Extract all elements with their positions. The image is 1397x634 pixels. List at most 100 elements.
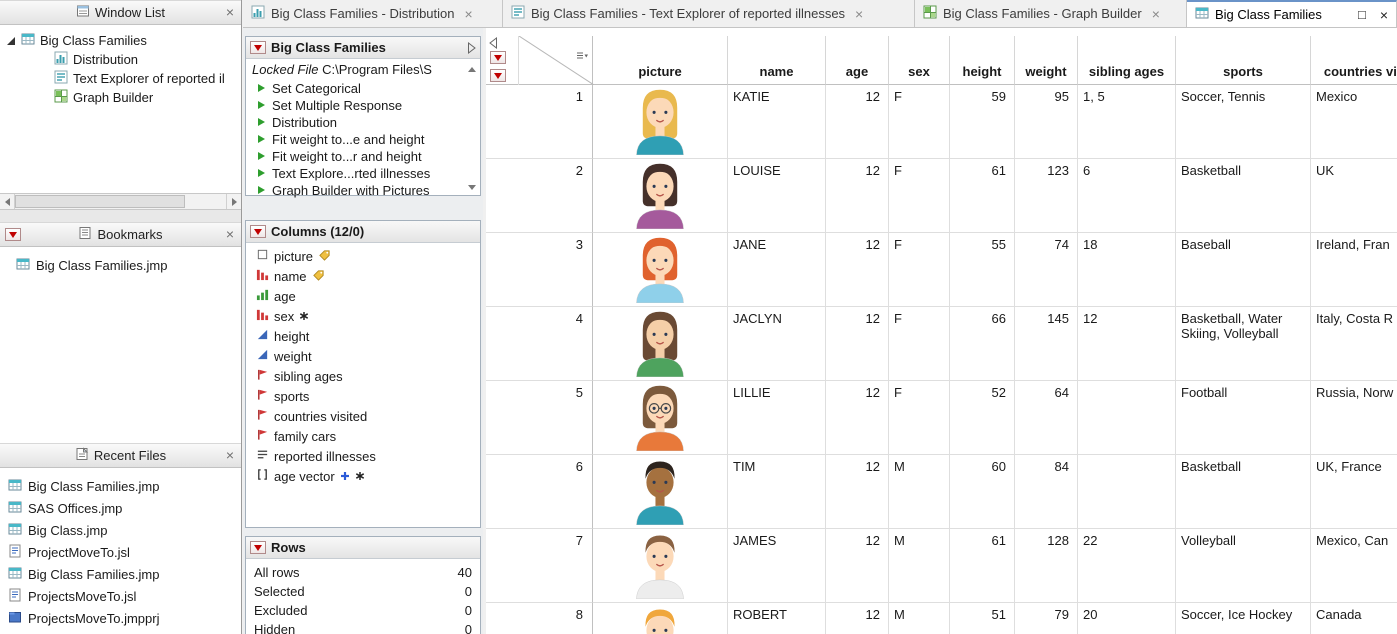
run-script-icon[interactable] bbox=[256, 132, 266, 147]
column-item-reported-illnesses[interactable]: reported illnesses bbox=[246, 446, 480, 466]
cell-name[interactable]: JAMES bbox=[728, 529, 826, 603]
collapse-panel-icon[interactable] bbox=[467, 42, 476, 57]
scroll-left-icon[interactable] bbox=[0, 194, 15, 209]
cell-sports[interactable]: Basketball, Water Skiing, Volleyball bbox=[1176, 307, 1311, 381]
cell-countries-visited[interactable]: Italy, Costa R bbox=[1311, 307, 1397, 381]
table-script-graph-builder-with-pictures[interactable]: Graph Builder with Pictures bbox=[246, 182, 480, 199]
cell-age[interactable]: 12 bbox=[826, 381, 889, 455]
cell-sibling-ages[interactable]: 20 bbox=[1078, 603, 1176, 634]
run-script-icon[interactable] bbox=[256, 98, 266, 113]
column-item-age-vector[interactable]: age vector bbox=[246, 466, 480, 486]
row-number[interactable]: 3 bbox=[486, 233, 593, 307]
scroll-up-icon[interactable] bbox=[468, 67, 476, 72]
recent-file-item[interactable]: Big Class Families.jmp bbox=[0, 475, 241, 497]
cell-sibling-ages[interactable]: 22 bbox=[1078, 529, 1176, 603]
cell-sibling-ages[interactable]: 1, 5 bbox=[1078, 85, 1176, 159]
cell-picture[interactable] bbox=[593, 381, 728, 455]
red-triangle-menu-icon[interactable] bbox=[250, 541, 266, 554]
cell-name[interactable]: TIM bbox=[728, 455, 826, 529]
column-item-height[interactable]: height bbox=[246, 326, 480, 346]
table-script-set-categorical[interactable]: Set Categorical bbox=[246, 80, 480, 97]
tree-item-big-class-families[interactable]: Big Class Families bbox=[0, 31, 241, 50]
cell-age[interactable]: 12 bbox=[826, 233, 889, 307]
tree-item-graph-builder[interactable]: Graph Builder bbox=[0, 88, 241, 107]
cell-weight[interactable]: 84 bbox=[1015, 455, 1078, 529]
table-script-set-multiple-response[interactable]: Set Multiple Response bbox=[246, 97, 480, 114]
column-item-age[interactable]: age bbox=[246, 286, 480, 306]
cell-sex[interactable]: M bbox=[889, 529, 950, 603]
cell-sports[interactable]: Volleyball bbox=[1176, 529, 1311, 603]
cell-weight[interactable]: 95 bbox=[1015, 85, 1078, 159]
close-icon[interactable]: × bbox=[855, 7, 863, 21]
cell-name[interactable]: JACLYN bbox=[728, 307, 826, 381]
close-icon[interactable]: × bbox=[1152, 7, 1160, 21]
cell-age[interactable]: 12 bbox=[826, 603, 889, 634]
cell-picture[interactable] bbox=[593, 603, 728, 634]
table-script-text-explore-rted-illnesses[interactable]: Text Explore...rted illnesses bbox=[246, 165, 480, 182]
run-script-icon[interactable] bbox=[256, 115, 266, 130]
tab-big-class-families[interactable]: Big Class Families□× bbox=[1187, 0, 1397, 27]
expander-icon[interactable] bbox=[6, 36, 16, 46]
cell-sibling-ages[interactable]: 18 bbox=[1078, 233, 1176, 307]
cell-height[interactable]: 52 bbox=[950, 381, 1015, 455]
column-header-sports[interactable]: sports bbox=[1176, 36, 1311, 85]
cell-sibling-ages[interactable]: 6 bbox=[1078, 159, 1176, 233]
cell-picture[interactable] bbox=[593, 233, 728, 307]
cell-sex[interactable]: M bbox=[889, 455, 950, 529]
close-icon[interactable]: × bbox=[226, 448, 234, 462]
cell-picture[interactable] bbox=[593, 529, 728, 603]
cell-height[interactable]: 61 bbox=[950, 159, 1015, 233]
table-script-fit-weight-to-r-and-height[interactable]: Fit weight to...r and height bbox=[246, 148, 480, 165]
recent-file-item[interactable]: ProjectMoveTo.jsl bbox=[0, 541, 241, 563]
columns-menu-icon[interactable] bbox=[576, 50, 589, 66]
recent-file-item[interactable] bbox=[0, 629, 241, 634]
cell-sports[interactable]: Basketball bbox=[1176, 455, 1311, 529]
row-number[interactable]: 7 bbox=[486, 529, 593, 603]
row-number[interactable]: 8 bbox=[486, 603, 593, 634]
close-icon[interactable]: × bbox=[226, 227, 234, 241]
recent-file-item[interactable]: ProjectsMoveTo.jsl bbox=[0, 585, 241, 607]
column-item-countries-visited[interactable]: countries visited bbox=[246, 406, 480, 426]
tab-big-class-families-distribution[interactable]: Big Class Families - Distribution× bbox=[243, 0, 503, 27]
red-triangle-menu-icon[interactable] bbox=[250, 41, 266, 54]
close-icon[interactable]: × bbox=[465, 7, 473, 21]
close-icon[interactable]: × bbox=[1380, 7, 1388, 23]
tree-item-distribution[interactable]: Distribution bbox=[0, 50, 241, 69]
cell-picture[interactable] bbox=[593, 455, 728, 529]
recent-file-item[interactable]: Big Class.jmp bbox=[0, 519, 241, 541]
cell-name[interactable]: ROBERT bbox=[728, 603, 826, 634]
cell-sex[interactable]: F bbox=[889, 85, 950, 159]
cell-name[interactable]: KATIE bbox=[728, 85, 826, 159]
cell-countries-visited[interactable]: Mexico, Can bbox=[1311, 529, 1397, 603]
cell-sibling-ages[interactable] bbox=[1078, 381, 1176, 455]
row-number[interactable]: 1 bbox=[486, 85, 593, 159]
collapse-grid-panel-icon[interactable] bbox=[489, 37, 498, 52]
cell-sex[interactable]: F bbox=[889, 307, 950, 381]
table-script-distribution[interactable]: Distribution bbox=[246, 114, 480, 131]
cell-age[interactable]: 12 bbox=[826, 159, 889, 233]
column-item-sibling-ages[interactable]: sibling ages bbox=[246, 366, 480, 386]
column-item-weight[interactable]: weight bbox=[246, 346, 480, 366]
scroll-down-icon[interactable] bbox=[468, 185, 476, 190]
column-item-family-cars[interactable]: family cars bbox=[246, 426, 480, 446]
cell-countries-visited[interactable]: UK bbox=[1311, 159, 1397, 233]
bookmark-item[interactable]: Big Class Families.jmp bbox=[8, 254, 233, 276]
cell-weight[interactable]: 145 bbox=[1015, 307, 1078, 381]
run-script-icon[interactable] bbox=[256, 166, 266, 181]
column-header-name[interactable]: name bbox=[728, 36, 826, 85]
column-header-height[interactable]: height bbox=[950, 36, 1015, 85]
column-header-countries-visited[interactable]: countries visited bbox=[1311, 36, 1397, 85]
cell-height[interactable]: 66 bbox=[950, 307, 1015, 381]
run-script-icon[interactable] bbox=[256, 183, 266, 198]
row-number[interactable]: 4 bbox=[486, 307, 593, 381]
cell-countries-visited[interactable]: Mexico bbox=[1311, 85, 1397, 159]
cell-name[interactable]: LOUISE bbox=[728, 159, 826, 233]
cell-countries-visited[interactable]: Canada bbox=[1311, 603, 1397, 634]
scroll-right-icon[interactable] bbox=[226, 194, 241, 209]
cell-age[interactable]: 12 bbox=[826, 529, 889, 603]
red-triangle-menu-icon[interactable] bbox=[490, 69, 506, 82]
horizontal-scrollbar[interactable] bbox=[0, 193, 241, 210]
cell-height[interactable]: 61 bbox=[950, 529, 1015, 603]
row-number[interactable]: 6 bbox=[486, 455, 593, 529]
cell-height[interactable]: 55 bbox=[950, 233, 1015, 307]
